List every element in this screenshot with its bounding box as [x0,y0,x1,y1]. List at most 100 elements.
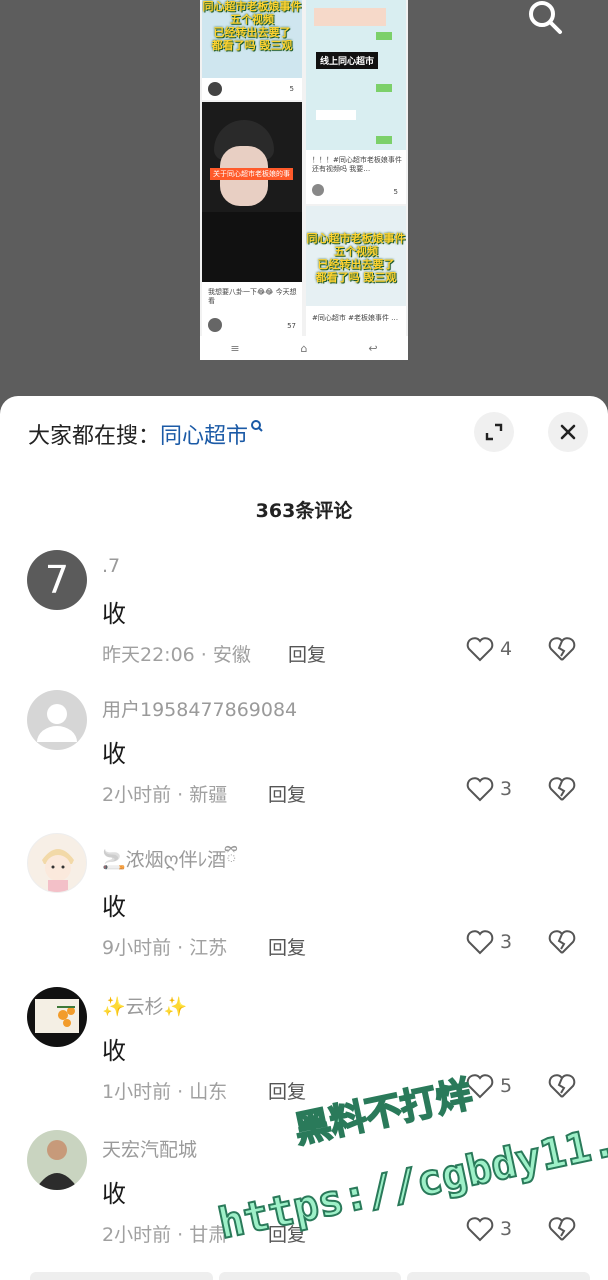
avatar[interactable] [27,1130,87,1190]
reply-button[interactable]: 回复 [268,1077,306,1104]
close-button[interactable] [548,412,588,452]
anime-avatar-icon [42,849,74,892]
caption-line: 都看了吗 毁三观 [315,271,397,284]
phone-nav-bar: ≡ ⌂ ↩ [200,336,408,360]
dislike-button[interactable] [548,1216,576,1246]
heart-icon [466,777,494,802]
caption-line: 已经转出去要了 [317,258,395,271]
default-avatar-icon [37,704,77,742]
preview-block [218,1272,402,1280]
card-2-likes: 57 [287,322,296,330]
broken-heart-icon [548,930,576,954]
like-count: 3 [500,931,513,953]
like-button[interactable]: 5 [466,1073,512,1099]
avatar[interactable] [27,987,87,1047]
card-4-desc: #同心超市 #老板娘事件 … [312,314,399,322]
feed-card-4-footer: #同心超市 #老板娘事件 … [306,306,406,336]
close-icon [560,424,576,440]
dislike-button[interactable] [548,1073,576,1103]
back-icon: ↩ [368,341,378,355]
broken-heart-icon [548,1217,576,1241]
hot-search-prefix: 大家都在搜： [28,424,161,449]
hot-search-bar[interactable]: 大家都在搜： 同心超市 [28,418,264,450]
comment-text: 收 [102,893,126,921]
reply-button[interactable]: 回复 [268,933,306,960]
avatar [208,82,222,96]
like-count: 3 [500,778,513,800]
heart-icon [466,930,494,955]
avatar-text: 7 [44,558,70,602]
preview-block [30,1272,213,1280]
comment-item: ✨云杉✨ 收 1小时前 · 山东 回复 5 [0,987,608,1127]
comment-item: 🚬浓烟ღ伴ﾚ酒ྀི 收 9小时前 · 江苏 回复 3 [0,833,608,973]
heart-icon [466,1217,494,1242]
chat-bubble [314,8,386,26]
caption-line: 已经转出去要了 [213,26,291,39]
app-screen: 同心超市老板娘事件 五个视频 已经转出去要了 都看了吗 毁三观 5 关于同心超市… [0,0,608,1280]
caption-line: 都看了吗 毁三观 [211,39,293,52]
card-2-desc: 我想要八卦一下😂😂 今天想看 [208,288,297,305]
chat-bubble [316,110,356,120]
comment-nickname[interactable]: ✨云杉✨ [102,992,187,1019]
comment-nickname[interactable]: 用户1958477869084 [102,695,297,722]
comment-item: 天宏汽配城 收 2小时前 · 甘肃 回复 3 [0,1130,608,1270]
feed-card-3: 线上同心超市 [306,0,406,150]
dislike-button[interactable] [548,929,576,959]
comment-meta: 2小时前 · 甘肃 [102,1224,228,1246]
avatar[interactable] [27,833,87,893]
like-button[interactable]: 3 [466,776,512,802]
caption-line: 同心超市老板娘事件 [306,232,406,245]
home-icon: ⌂ [300,341,308,355]
comment-meta: 1小时前 · 山东 [102,1081,228,1103]
like-button[interactable]: 3 [466,1216,512,1242]
card-1-caption: 同心超市老板娘事件 五个视频 已经转出去要了 都看了吗 毁三观 [202,0,302,52]
comment-nickname[interactable]: 天宏汽配城 [102,1135,197,1162]
reply-button[interactable]: 回复 [288,640,326,667]
comment-count: 363条评论 [255,500,353,522]
expand-icon [485,423,503,441]
search-icon [251,420,263,432]
card-2-tag: 关于同心超市老板娘的事 [210,168,293,180]
search-button[interactable] [524,0,568,36]
avatar[interactable] [27,690,87,750]
comment-text: 收 [102,600,126,628]
heart-icon [466,1074,494,1099]
caption-line: 五个视频 [230,13,274,26]
chat-bubble [376,84,392,92]
broken-heart-icon [548,637,576,661]
video-frame-screenshot: 同心超市老板娘事件 五个视频 已经转出去要了 都看了吗 毁三观 5 关于同心超市… [200,0,408,360]
heart-icon [466,637,494,662]
video-player[interactable]: 同心超市老板娘事件 五个视频 已经转出去要了 都看了吗 毁三观 5 关于同心超市… [0,0,608,420]
like-count: 4 [500,638,513,660]
dislike-button[interactable] [548,636,576,666]
comment-nickname[interactable]: .7 [102,555,120,577]
comment-text: 收 [102,1180,126,1208]
feed-card-2-footer: 我想要八卦一下😂😂 今天想看 57 [202,282,302,336]
comment-meta: 9小时前 · 江苏 [102,937,228,959]
like-button[interactable]: 4 [466,636,512,662]
reply-button[interactable]: 回复 [268,780,306,807]
card-3-likes: 5 [393,188,398,196]
feed-card-1-footer: 5 [202,78,302,100]
avatar [208,318,222,332]
comment-item: 7 .7 收 昨天22:06 · 安徽 回复 4 [0,550,608,690]
reply-button[interactable]: 回复 [268,1220,306,1247]
dislike-button[interactable] [548,776,576,806]
comment-nickname[interactable]: 🚬浓烟ღ伴ﾚ酒ྀི [102,838,237,892]
chat-bubble [376,32,392,40]
expand-button[interactable] [474,412,514,452]
broken-heart-icon [548,1074,576,1098]
person-body [202,212,302,282]
next-comment-preview [30,1272,591,1280]
avatar[interactable]: 7 [27,550,87,610]
comment-text: 收 [102,740,126,768]
card-1-likes: 5 [289,85,294,93]
caption-line: 五个视频 [334,245,378,258]
card-3-desc: ！！！#同心超市老板娘事件 还有视频吗 我要… [312,156,402,173]
hot-search-term[interactable]: 同心超市 [160,418,248,450]
like-button[interactable]: 3 [466,929,512,955]
caption-line: 同心超市老板娘事件 [202,0,302,13]
menu-icon: ≡ [230,341,240,355]
feed-card-2: 关于同心超市老板娘的事 [202,102,302,282]
person-avatar-icon [35,1140,79,1190]
